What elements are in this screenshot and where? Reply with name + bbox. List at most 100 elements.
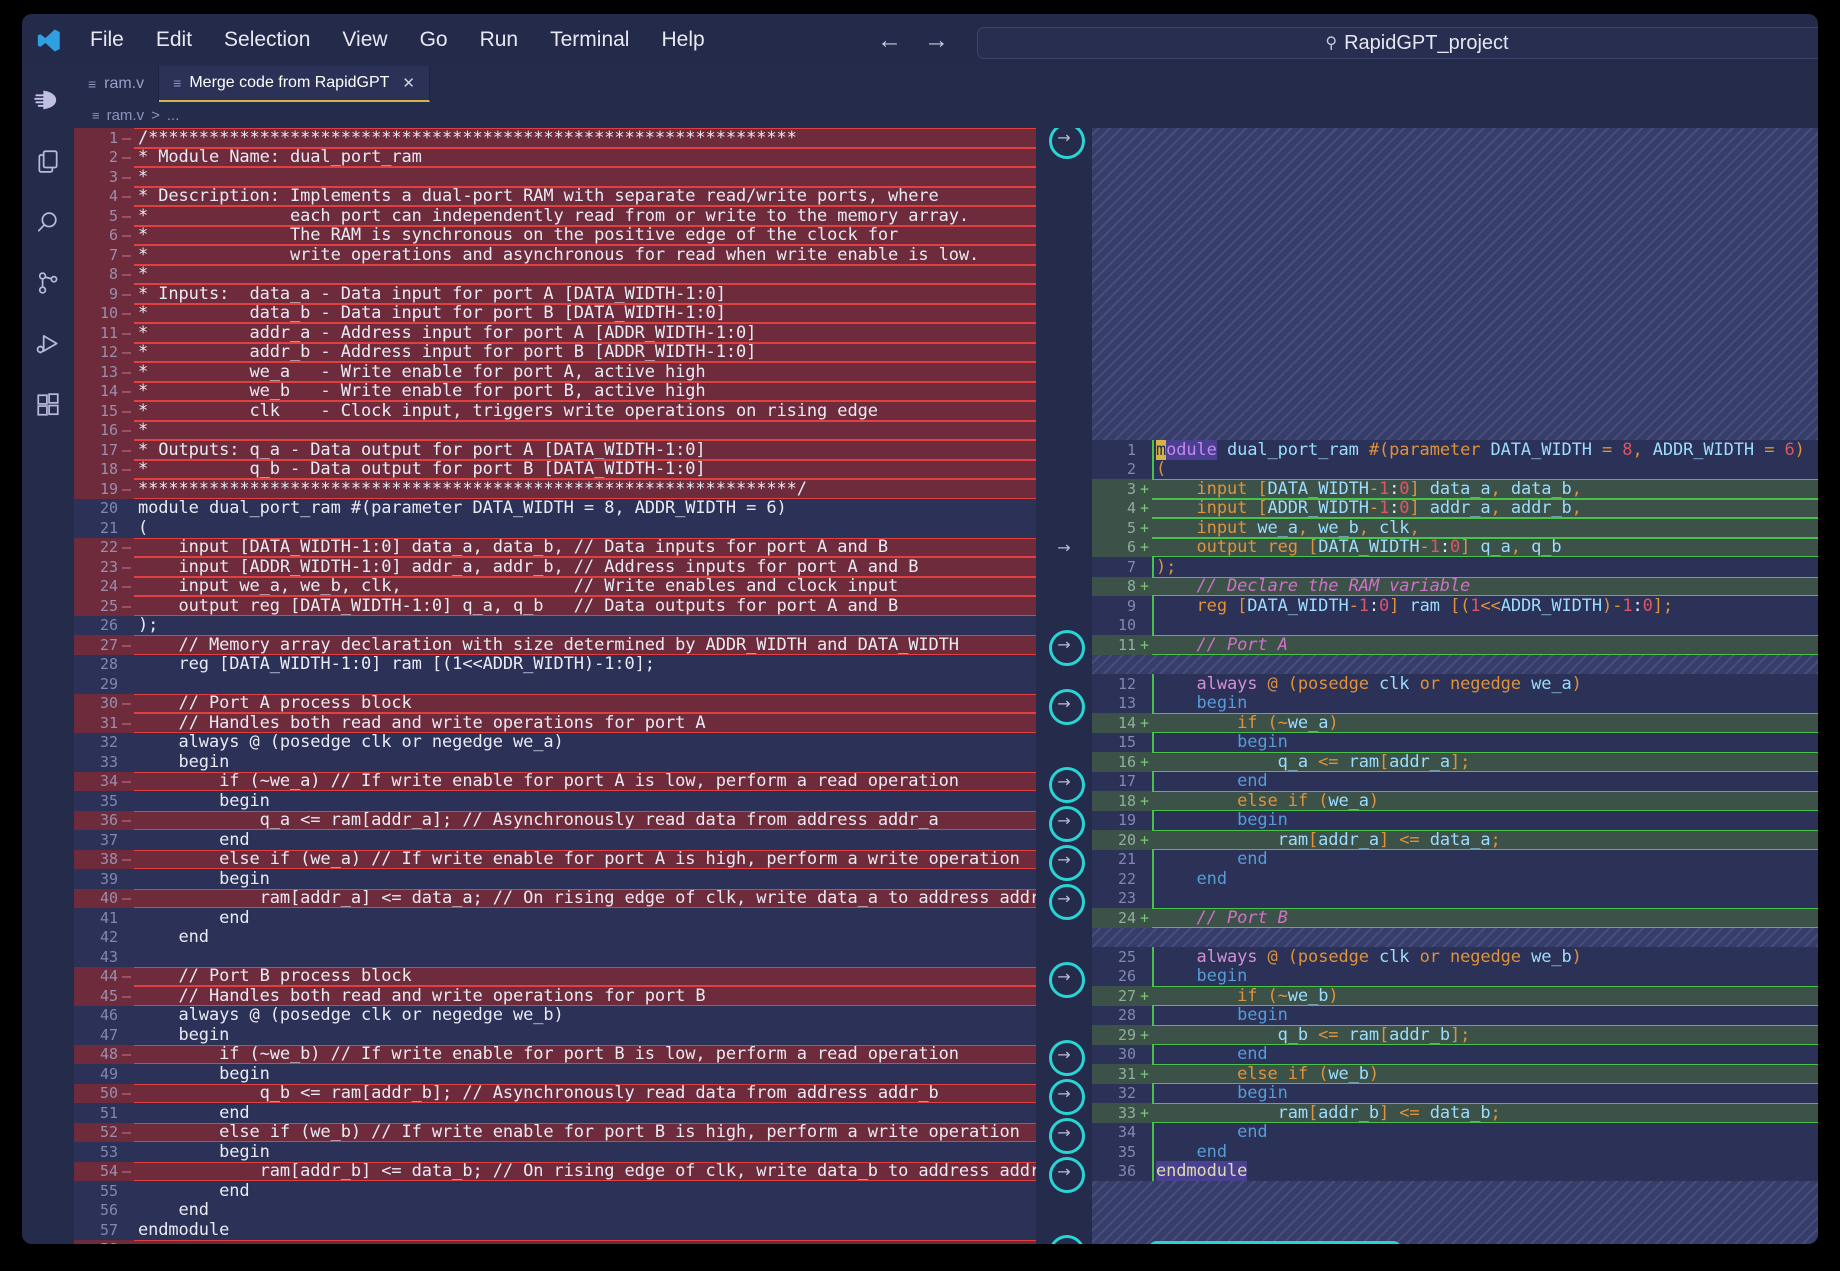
diff-line-modified[interactable]: 17 end xyxy=(1092,771,1818,791)
diff-line-original[interactable]: 45– // Handles both read and write opera… xyxy=(74,986,1036,1006)
diff-line-modified[interactable]: 20 + ram[addr_a] <= data_a; xyxy=(1092,830,1818,850)
diff-modified-pane[interactable]: 1 module dual_port_ram #(parameter DATA_W… xyxy=(1092,128,1818,1244)
diff-line-modified[interactable]: 27 + if (~we_b) xyxy=(1092,986,1818,1006)
diff-arrow-gutter[interactable]: → → → → → → → → → → → → → → xyxy=(1036,128,1092,1244)
back-arrow-icon[interactable]: ← xyxy=(877,27,902,53)
apply-change-arrow-button[interactable]: → xyxy=(1038,1039,1090,1075)
diff-line-modified[interactable]: 34 end xyxy=(1092,1122,1818,1142)
apply-change-arrow-button[interactable]: → xyxy=(1038,961,1090,997)
diff-line-modified[interactable]: 6 + output reg [DATA_WIDTH-1:0] q_a, q_b xyxy=(1092,537,1818,557)
diff-line-original[interactable]: 39 begin xyxy=(74,869,1036,889)
diff-line-modified[interactable]: 15 begin xyxy=(1092,732,1818,752)
diff-original-pane[interactable]: 1 – /*************************************… xyxy=(74,128,1036,1244)
forward-arrow-icon[interactable]: → xyxy=(924,27,949,53)
diff-line-modified[interactable]: 16 + q_a <= ram[addr_a]; xyxy=(1092,752,1818,772)
diff-line-original[interactable]: 56 end xyxy=(74,1200,1036,1220)
diff-line-original[interactable]: 16– * xyxy=(74,420,1036,440)
diff-line-original[interactable]: 50– q_b <= ram[addr_b]; // Asynchronousl… xyxy=(74,1083,1036,1103)
diff-line-original[interactable]: 53 begin xyxy=(74,1142,1036,1162)
diff-line-original[interactable]: 51 end xyxy=(74,1103,1036,1123)
apply-change-arrow-button[interactable]: → xyxy=(1038,844,1090,880)
diff-line-original[interactable]: 9– * Inputs: data_a - Data input for port… xyxy=(74,284,1036,304)
diff-line-original[interactable]: 7– * write operations and asynchronous fo… xyxy=(74,245,1036,265)
diff-line-original[interactable]: 22– input [DATA_WIDTH-1:0] data_a, data_… xyxy=(74,537,1036,557)
diff-line-original[interactable]: 4– * Description: Implements a dual-port … xyxy=(74,186,1036,206)
diff-line-original[interactable]: 34– if (~we_a) // If write enable for po… xyxy=(74,771,1036,791)
diff-line-modified[interactable]: 21 end xyxy=(1092,849,1818,869)
menu-item-selection[interactable]: Selection xyxy=(208,24,326,56)
diff-line-original[interactable]: 31– // Handles both read and write opera… xyxy=(74,713,1036,733)
diff-line-modified[interactable]: 14 + if (~we_a) xyxy=(1092,713,1818,733)
diff-line-modified[interactable]: 8 + // Declare the RAM variable xyxy=(1092,576,1818,596)
menu-item-go[interactable]: Go xyxy=(404,24,464,56)
diff-line-modified[interactable]: 12 always @ (posedge clk or negedge we_a… xyxy=(1092,674,1818,694)
diff-line-modified[interactable]: 22 end xyxy=(1092,869,1818,889)
diff-line-modified[interactable]: 33 + ram[addr_b] <= data_b; xyxy=(1092,1103,1818,1123)
diff-line-modified[interactable]: 10 xyxy=(1092,615,1818,635)
diff-line-original[interactable]: 10– * data_b - Data input for port B [DAT… xyxy=(74,303,1036,323)
diff-line-original[interactable]: 23– input [ADDR_WIDTH-1:0] addr_a, addr_… xyxy=(74,557,1036,577)
diff-line-original[interactable]: 15– * clk - Clock input, triggers write o… xyxy=(74,401,1036,421)
menu-bar[interactable]: File Edit Selection View Go Run Terminal… xyxy=(74,24,721,56)
diff-line-original[interactable]: 55 end xyxy=(74,1181,1036,1201)
menu-item-view[interactable]: View xyxy=(326,24,403,56)
diff-line-original[interactable]: 42 end xyxy=(74,927,1036,947)
apply-change-arrow-button[interactable]: → xyxy=(1038,766,1090,802)
diff-line-modified[interactable]: 23 xyxy=(1092,888,1818,908)
diff-line-modified[interactable]: 36 endmodule xyxy=(1092,1161,1818,1182)
diff-line-modified[interactable]: 7); xyxy=(1092,557,1818,577)
diff-line-original[interactable]: 40– ram[addr_a] <= data_a; // On rising … xyxy=(74,888,1036,908)
diff-line-original[interactable]: 13– * we_a - Write enable for port A, act… xyxy=(74,362,1036,382)
extensions-icon[interactable] xyxy=(28,385,68,425)
diff-line-original[interactable]: 33 begin xyxy=(74,752,1036,772)
diff-line-modified[interactable]: 13 begin xyxy=(1092,693,1818,713)
diff-line-original[interactable]: 37 end xyxy=(74,830,1036,850)
apply-change-arrow-button[interactable]: → xyxy=(1038,1156,1090,1192)
diff-line-original[interactable]: 26); xyxy=(74,615,1036,635)
breadcrumb-file[interactable]: ram.v xyxy=(107,107,145,124)
menu-item-file[interactable]: File xyxy=(74,24,140,56)
diff-line-original[interactable]: 48– if (~we_b) // If write enable for po… xyxy=(74,1044,1036,1064)
diff-line-modified[interactable]: 11 + // Port A xyxy=(1092,635,1818,655)
apply-change-arrow[interactable]: → xyxy=(1038,538,1090,558)
diff-line-original[interactable]: 11– * addr_a - Address input for port A [… xyxy=(74,323,1036,343)
diff-line-original[interactable]: 21 ( xyxy=(74,518,1036,538)
diff-line-original[interactable]: 58– xyxy=(74,1239,1036,1244)
diff-line-modified[interactable]: 19 begin xyxy=(1092,810,1818,830)
diff-line-original[interactable]: 35 begin xyxy=(74,791,1036,811)
menu-item-help[interactable]: Help xyxy=(645,24,720,56)
apply-change-arrow-button[interactable]: → xyxy=(1038,1117,1090,1153)
menu-item-run[interactable]: Run xyxy=(464,24,535,56)
diff-line-original[interactable]: 18– * q_b - Data output for port B [DATA_… xyxy=(74,459,1036,479)
apply-change-arrow-button[interactable]: → xyxy=(1038,688,1090,724)
diff-line-original[interactable]: 1–/*************************************… xyxy=(74,128,1036,148)
search-icon[interactable] xyxy=(28,202,68,242)
apply-change-arrow-button[interactable]: → xyxy=(1038,1234,1090,1244)
apply-change-arrow-button[interactable]: → xyxy=(1038,128,1090,159)
diff-line-original[interactable]: 8– * xyxy=(74,264,1036,284)
diff-line-modified[interactable]: 30 end xyxy=(1092,1044,1818,1064)
diff-line-original[interactable]: 3– * xyxy=(74,167,1036,187)
diff-line-modified[interactable]: 28 begin xyxy=(1092,1005,1818,1025)
diff-line-original[interactable]: 12– * addr_b - Address input for port B [… xyxy=(74,342,1036,362)
diff-line-modified[interactable]: 9 reg [DATA_WIDTH-1:0] ram [(1<<ADDR_WID… xyxy=(1092,596,1818,616)
tab-ram-v[interactable]: ≡ ram.v xyxy=(74,66,160,102)
diff-line-original[interactable]: 14– * we_b - Write enable for port B, act… xyxy=(74,381,1036,401)
diff-line-modified[interactable]: 31 + else if (we_b) xyxy=(1092,1064,1818,1084)
diff-line-original[interactable]: 29 xyxy=(74,674,1036,694)
diff-line-original[interactable]: 57 endmodule xyxy=(74,1220,1036,1240)
diff-line-original[interactable]: 47 begin xyxy=(74,1025,1036,1045)
diff-line-modified[interactable]: 25 always @ (posedge clk or negedge we_b… xyxy=(1092,947,1818,967)
diff-line-modified[interactable]: 26 begin xyxy=(1092,966,1818,986)
diff-line-original[interactable]: 32 always @ (posedge clk or negedge we_a… xyxy=(74,732,1036,752)
menu-item-terminal[interactable]: Terminal xyxy=(534,24,645,56)
apply-change-arrow-button[interactable]: → xyxy=(1038,630,1090,666)
diff-line-original[interactable]: 49 begin xyxy=(74,1064,1036,1084)
diff-line-original[interactable]: 24– input we_a, we_b, clk, // Write enab… xyxy=(74,576,1036,596)
diff-line-original[interactable]: 5– * each port can independently read fro… xyxy=(74,206,1036,226)
apply-change-arrow-button[interactable]: → xyxy=(1038,1078,1090,1114)
close-icon[interactable]: ✕ xyxy=(402,74,415,92)
menu-item-edit[interactable]: Edit xyxy=(140,24,208,56)
diff-line-original[interactable]: 46 always @ (posedge clk or negedge we_b… xyxy=(74,1005,1036,1025)
diff-line-original[interactable]: 41 end xyxy=(74,908,1036,928)
